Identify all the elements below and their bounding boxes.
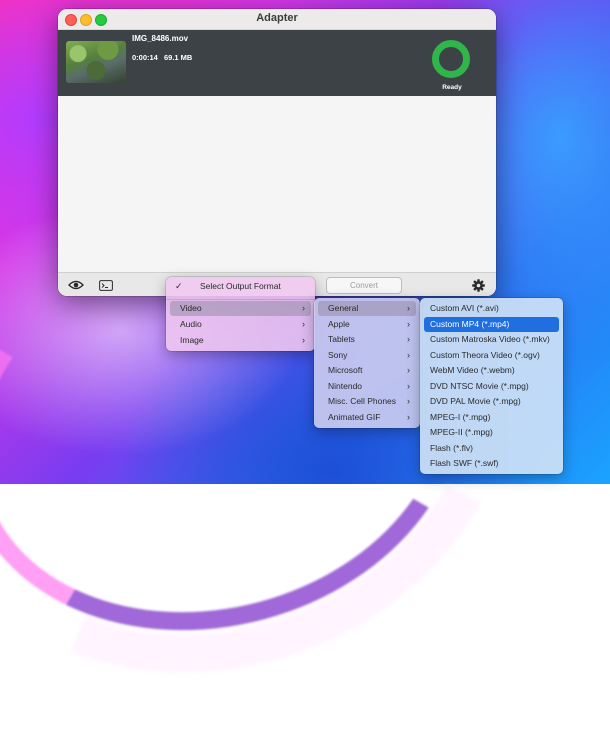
gear-icon [471, 278, 485, 292]
chevron-right-icon: › [302, 319, 305, 329]
menu-item-label: Video [180, 303, 202, 313]
menu-item-animated-gif[interactable]: Animated GIF › [318, 410, 416, 425]
menu-item-apple[interactable]: Apple › [318, 317, 416, 332]
chevron-right-icon: › [302, 303, 305, 313]
menu-item-custom-mkv[interactable]: Custom Matroska Video (*.mkv) [424, 332, 559, 347]
chevron-right-icon: › [407, 319, 410, 329]
menu-item-general[interactable]: General › [318, 301, 416, 316]
checkmark-icon: ✓ [175, 281, 183, 291]
menu-item-label: Image [180, 335, 204, 345]
chevron-right-icon: › [407, 412, 410, 422]
menu-item-label: Select Output Format [200, 281, 281, 291]
convert-button[interactable]: Convert [326, 277, 402, 294]
eye-icon [68, 280, 84, 290]
menu-item-misc-cell-phones[interactable]: Misc. Cell Phones › [318, 394, 416, 409]
chevron-right-icon: › [407, 381, 410, 391]
general-format-menu: Custom AVI (*.avi) Custom MP4 (*.mp4) Cu… [420, 298, 563, 474]
output-format-menu: ✓ Select Output Format Video › Audio › I… [166, 277, 315, 351]
menu-item-audio[interactable]: Audio › [170, 317, 311, 332]
select-output-format-item[interactable]: ✓ Select Output Format [170, 279, 311, 294]
menu-item-label: Nintendo [328, 381, 363, 391]
menu-item-webm[interactable]: WebM Video (*.webm) [424, 363, 559, 378]
chevron-right-icon: › [407, 303, 410, 313]
menu-item-label: Tablets [328, 334, 355, 344]
menu-item-label: Sony [328, 350, 348, 360]
window-title: Adapter [256, 12, 298, 24]
menu-item-microsoft[interactable]: Microsoft › [318, 363, 416, 378]
video-thumbnail[interactable] [66, 41, 126, 83]
menu-item-label: Audio [180, 319, 202, 329]
menu-item-label: Microsoft [328, 365, 363, 375]
file-duration: 0:00:14 [132, 53, 158, 62]
menu-item-tablets[interactable]: Tablets › [318, 332, 416, 347]
title-bar[interactable]: Adapter [58, 9, 496, 30]
file-list-area[interactable] [58, 96, 496, 272]
menu-item-custom-avi[interactable]: Custom AVI (*.avi) [424, 301, 559, 316]
menu-separator [166, 299, 315, 300]
menu-item-image[interactable]: Image › [170, 333, 311, 348]
settings-button[interactable] [468, 277, 488, 293]
menu-item-dvd-ntsc[interactable]: DVD NTSC Movie (*.mpg) [424, 379, 559, 394]
menu-item-nintendo[interactable]: Nintendo › [318, 379, 416, 394]
menu-item-label: Animated GIF [328, 412, 381, 422]
menu-item-flash-swf[interactable]: Flash SWF (*.swf) [424, 456, 559, 471]
log-button[interactable] [96, 277, 116, 293]
chevron-right-icon: › [407, 396, 410, 406]
menu-item-label: General [328, 303, 359, 313]
file-name: IMG_8486.mov [132, 34, 189, 43]
menu-item-label: Misc. Cell Phones [328, 396, 397, 406]
chevron-right-icon: › [407, 365, 410, 375]
menu-item-flash-flv[interactable]: Flash (*.flv) [424, 441, 559, 456]
chevron-right-icon: › [407, 350, 410, 360]
menu-item-mpeg-1[interactable]: MPEG-I (*.mpg) [424, 410, 559, 425]
file-row[interactable]: IMG_8486.mov 0:00:14 69.1 MB Ready [58, 30, 496, 96]
terminal-icon [99, 279, 113, 291]
video-category-menu: General › Apple › Tablets › Sony › Micro… [314, 298, 420, 428]
menu-item-custom-mp4[interactable]: Custom MP4 (*.mp4) [424, 317, 559, 332]
menu-item-label: Apple [328, 319, 350, 329]
preview-button[interactable] [66, 277, 86, 293]
menu-item-video[interactable]: Video › [170, 301, 311, 316]
chevron-right-icon: › [302, 335, 305, 345]
status-ring-icon [432, 40, 470, 78]
adapter-window: Adapter IMG_8486.mov 0:00:14 69.1 MB Rea… [58, 9, 496, 296]
file-size: 69.1 MB [164, 53, 193, 62]
status-label: Ready [442, 84, 462, 91]
chevron-right-icon: › [407, 334, 410, 344]
menu-item-custom-ogv[interactable]: Custom Theora Video (*.ogv) [424, 348, 559, 363]
menu-item-sony[interactable]: Sony › [318, 348, 416, 363]
menu-item-mpeg-2[interactable]: MPEG-II (*.mpg) [424, 425, 559, 440]
menu-item-dvd-pal[interactable]: DVD PAL Movie (*.mpg) [424, 394, 559, 409]
